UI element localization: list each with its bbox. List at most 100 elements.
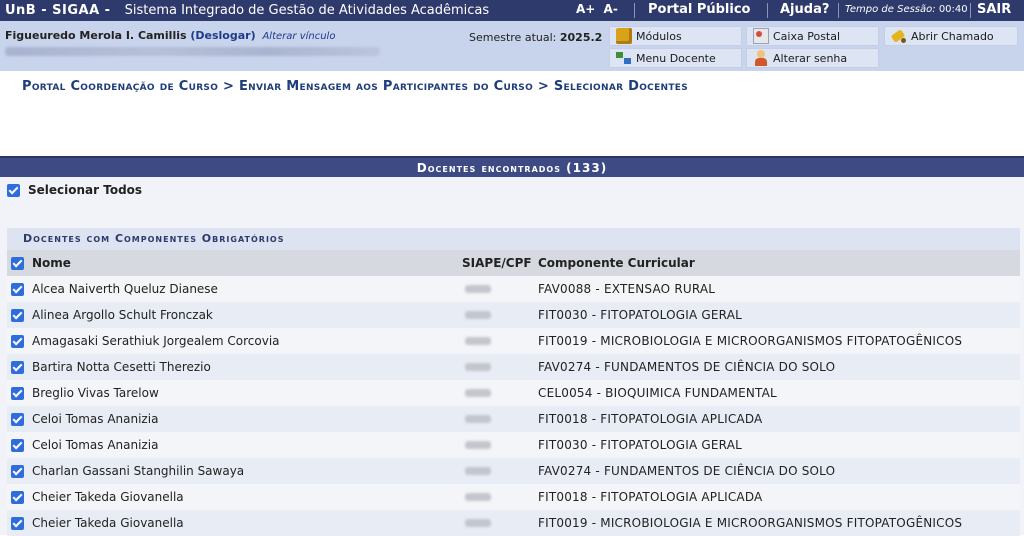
modulos-icon: [616, 28, 632, 44]
header-checkbox[interactable]: [11, 256, 24, 270]
row-checkbox[interactable]: [11, 464, 24, 478]
redacted-siape: [465, 441, 491, 449]
modulos-label: Módulos: [636, 29, 682, 43]
redacted-siape: [465, 519, 491, 527]
redacted-siape: [465, 311, 491, 319]
table-header: Nome SIAPE/CPF Componente Curricular: [7, 250, 1020, 276]
redacted-siape: [465, 389, 491, 397]
row-checkbox[interactable]: [11, 360, 24, 374]
redacted-siape: [465, 363, 491, 371]
docente-name: Breglio Vivas Tarelow: [32, 386, 159, 400]
caixa-postal-label: Caixa Postal: [773, 29, 841, 43]
table-row: Amagasaki Serathiuk Jorgealem Corcovia F…: [7, 328, 1020, 354]
table-row: Cheier Takeda Giovanella FIT0018 - FITOP…: [7, 484, 1020, 510]
megaphone-icon: [891, 28, 907, 44]
componente-cell: FIT0018 - FITOPATOLOGIA APLICADA: [538, 412, 763, 426]
row-checkbox[interactable]: [11, 334, 24, 348]
column-header-siape: SIAPE/CPF: [462, 256, 532, 270]
help-link[interactable]: Ajuda?: [780, 2, 829, 17]
row-checkbox[interactable]: [11, 412, 24, 426]
deslogar-link[interactable]: (Deslogar): [190, 29, 255, 42]
row-checkbox[interactable]: [11, 308, 24, 322]
column-header-nome: Nome: [32, 256, 71, 270]
redacted-siape: [465, 467, 491, 475]
componente-cell: FAV0274 - FUNDAMENTOS DE CIÊNCIA DO SOLO: [538, 464, 836, 478]
font-decrease-button[interactable]: A-: [604, 2, 618, 16]
redacted-siape: [465, 493, 491, 501]
componente-cell: CEL0054 - BIOQUIMICA FUNDAMENTAL: [538, 386, 777, 400]
modulos-button[interactable]: Módulos: [609, 26, 742, 46]
docente-name: Cheier Takeda Giovanella: [32, 516, 184, 530]
session-label: Tempo de Sessão:: [845, 4, 936, 15]
siape-cell: [462, 302, 538, 328]
user-key-icon: [753, 50, 769, 66]
logout-link[interactable]: SAIR: [977, 2, 1011, 17]
mailbox-icon: [753, 28, 769, 44]
divider: [767, 3, 768, 18]
componente-cell: FIT0019 - MICROBIOLOGIA E MICROORGANISMO…: [538, 516, 963, 530]
docente-name: Bartira Notta Cesetti Therezio: [32, 360, 211, 374]
column-header-componente: Componente Curricular: [538, 256, 695, 270]
breadcrumb: Portal Coordenação de Curso > Enviar Men…: [22, 79, 689, 94]
redacted-siape: [465, 337, 491, 345]
componente-cell: FIT0030 - FITOPATOLOGIA GERAL: [538, 438, 742, 452]
table-row: Alcea Naiverth Queluz Dianese FAV0088 - …: [7, 276, 1020, 302]
siape-cell: [462, 406, 538, 432]
abrir-chamado-button[interactable]: Abrir Chamado: [884, 26, 1018, 46]
docente-name: Celoi Tomas Ananizia: [32, 412, 159, 426]
table-row: Celoi Tomas Ananizia FIT0030 - FITOPATOL…: [7, 432, 1020, 458]
row-checkbox[interactable]: [11, 438, 24, 452]
table-row: Celoi Tomas Ananizia FIT0018 - FITOPATOL…: [7, 406, 1020, 432]
divider: [970, 3, 971, 18]
select-all-label: Selecionar Todos: [28, 183, 143, 197]
table-row: Breglio Vivas Tarelow CEL0054 - BIOQUIMI…: [7, 380, 1020, 406]
alterar-senha-button[interactable]: Alterar senha: [746, 48, 879, 68]
alterar-vinculo-link[interactable]: Alterar vínculo: [262, 31, 335, 42]
siape-cell: [462, 484, 538, 510]
siape-cell: [462, 510, 538, 536]
row-checkbox[interactable]: [11, 516, 24, 530]
portal-publico-link[interactable]: Portal Público: [648, 2, 750, 17]
docente-name: Celoi Tomas Ananizia: [32, 438, 159, 452]
siape-cell: [462, 276, 538, 302]
row-checkbox[interactable]: [11, 386, 24, 400]
table-body: Alcea Naiverth Queluz Dianese FAV0088 - …: [7, 276, 1020, 536]
font-increase-button[interactable]: A+: [576, 2, 595, 16]
componente-cell: FIT0030 - FITOPATOLOGIA GERAL: [538, 308, 742, 322]
row-checkbox[interactable]: [11, 282, 24, 296]
docente-name: Amagasaki Serathiuk Jorgealem Corcovia: [32, 334, 280, 348]
caixa-postal-button[interactable]: Caixa Postal: [746, 26, 879, 46]
select-all-checkbox[interactable]: [7, 183, 20, 197]
componente-cell: FIT0018 - FITOPATOLOGIA APLICADA: [538, 490, 763, 504]
divider: [838, 3, 839, 18]
menu-docente-icon: [616, 50, 632, 66]
menu-docente-label: Menu Docente: [636, 51, 716, 65]
session-timer: Tempo de Sessão: 00:40: [845, 4, 968, 15]
docente-name: Alcea Naiverth Queluz Dianese: [32, 282, 218, 296]
user-info-panel: Figueuredo Merola I. Camillis (Deslogar)…: [0, 21, 1024, 71]
semestre-atual: Semestre atual: 2025.2: [469, 31, 602, 44]
menu-docente-button[interactable]: Menu Docente: [609, 48, 742, 68]
componente-cell: FIT0019 - MICROBIOLOGIA E MICROORGANISMO…: [538, 334, 963, 348]
docentes-results-table: Docentes encontrados (133) Selecionar To…: [0, 156, 1024, 536]
row-checkbox[interactable]: [11, 490, 24, 504]
siape-cell: [462, 432, 538, 458]
alterar-senha-label: Alterar senha: [773, 51, 848, 65]
redacted-user-detail: [5, 47, 380, 56]
section-title: Docentes com Componentes Obrigatórios: [7, 228, 1020, 250]
font-size-controls: A+ A-: [576, 2, 622, 16]
docente-name: Alinea Argollo Schult Fronczak: [32, 308, 213, 322]
table-row: Alinea Argollo Schult Fronczak FIT0030 -…: [7, 302, 1020, 328]
top-bar: UnB - SIGAA - Sistema Integrado de Gestã…: [0, 0, 1024, 21]
divider: [634, 3, 635, 18]
table-row: Cheier Takeda Giovanella FIT0019 - MICRO…: [7, 510, 1020, 536]
app-brand: UnB - SIGAA -: [5, 3, 111, 18]
results-caption: Docentes encontrados (133): [0, 156, 1024, 177]
system-name: Sistema Integrado de Gestão de Atividade…: [124, 3, 490, 18]
siape-cell: [462, 354, 538, 380]
select-all[interactable]: Selecionar Todos: [7, 183, 142, 197]
session-time: 00:40: [938, 4, 968, 15]
siape-cell: [462, 328, 538, 354]
redacted-siape: [465, 285, 491, 293]
semestre-label: Semestre atual:: [469, 31, 557, 44]
